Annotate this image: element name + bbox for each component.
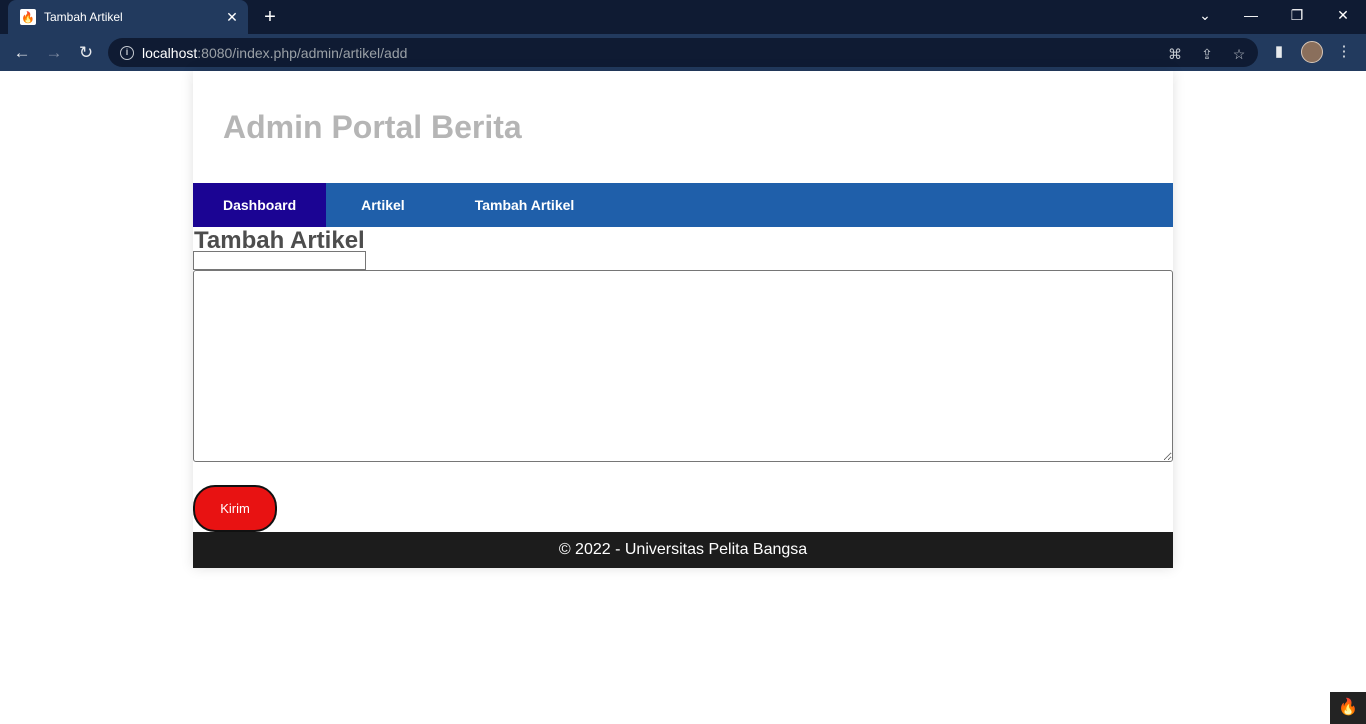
site-footer: © 2022 - Universitas Pelita Bangsa bbox=[193, 532, 1173, 568]
back-button[interactable]: ← bbox=[9, 40, 35, 66]
nav-tambah-artikel[interactable]: Tambah Artikel bbox=[440, 183, 610, 227]
url-host: localhost bbox=[142, 44, 198, 61]
minimize-button[interactable]: — bbox=[1228, 0, 1274, 30]
body-textarea[interactable] bbox=[193, 270, 1173, 462]
address-bar[interactable]: i localhost :8080/index.php/admin/artike… bbox=[108, 38, 1258, 67]
forward-button[interactable]: → bbox=[41, 40, 67, 66]
new-tab-button[interactable]: + bbox=[258, 5, 282, 29]
tab-title: Tambah Artikel bbox=[44, 10, 123, 24]
codeigniter-favicon-icon: 🔥 bbox=[20, 9, 36, 25]
title-input[interactable] bbox=[193, 251, 366, 270]
browser-menu-icon[interactable]: ⋮ bbox=[1332, 40, 1356, 64]
site-container: Admin Portal Berita Dashboard Artikel Ta… bbox=[193, 71, 1173, 568]
content-section: Tambah Artikel Kirim bbox=[193, 227, 1173, 532]
translate-icon[interactable]: ⌘ bbox=[1166, 45, 1184, 63]
site-header: Admin Portal Berita bbox=[193, 71, 1173, 183]
side-panel-icon[interactable]: ▮ bbox=[1267, 40, 1291, 64]
main-nav: Dashboard Artikel Tambah Artikel bbox=[193, 183, 1173, 227]
share-icon[interactable]: ⇪ bbox=[1198, 45, 1216, 63]
profile-avatar[interactable] bbox=[1301, 41, 1323, 63]
site-info-icon[interactable]: i bbox=[120, 45, 134, 60]
browser-tab-strip: 🔥 Tambah Artikel ✕ + ⌄ — ❐ ✕ bbox=[0, 0, 1366, 34]
browser-toolbar: ← → ↻ i localhost :8080/index.php/admin/… bbox=[0, 34, 1366, 71]
nav-dashboard[interactable]: Dashboard bbox=[193, 183, 327, 227]
bookmark-star-icon[interactable]: ☆ bbox=[1230, 45, 1248, 63]
browser-tab-active[interactable]: 🔥 Tambah Artikel ✕ bbox=[8, 0, 248, 34]
url-path: :8080/index.php/admin/artikel/add bbox=[197, 44, 408, 61]
site-title: Admin Portal Berita bbox=[223, 108, 522, 145]
restore-button[interactable]: ❐ bbox=[1274, 0, 1320, 30]
page-viewport: Admin Portal Berita Dashboard Artikel Ta… bbox=[0, 71, 1366, 724]
tab-search-icon[interactable]: ⌄ bbox=[1182, 0, 1228, 30]
window-close-button[interactable]: ✕ bbox=[1320, 0, 1366, 30]
tab-close-icon[interactable]: ✕ bbox=[220, 9, 244, 26]
submit-button[interactable]: Kirim bbox=[193, 485, 277, 532]
reload-button[interactable]: ↻ bbox=[73, 40, 99, 66]
nav-artikel[interactable]: Artikel bbox=[326, 183, 440, 227]
debug-toolbar-icon[interactable]: 🔥 bbox=[1330, 692, 1366, 724]
